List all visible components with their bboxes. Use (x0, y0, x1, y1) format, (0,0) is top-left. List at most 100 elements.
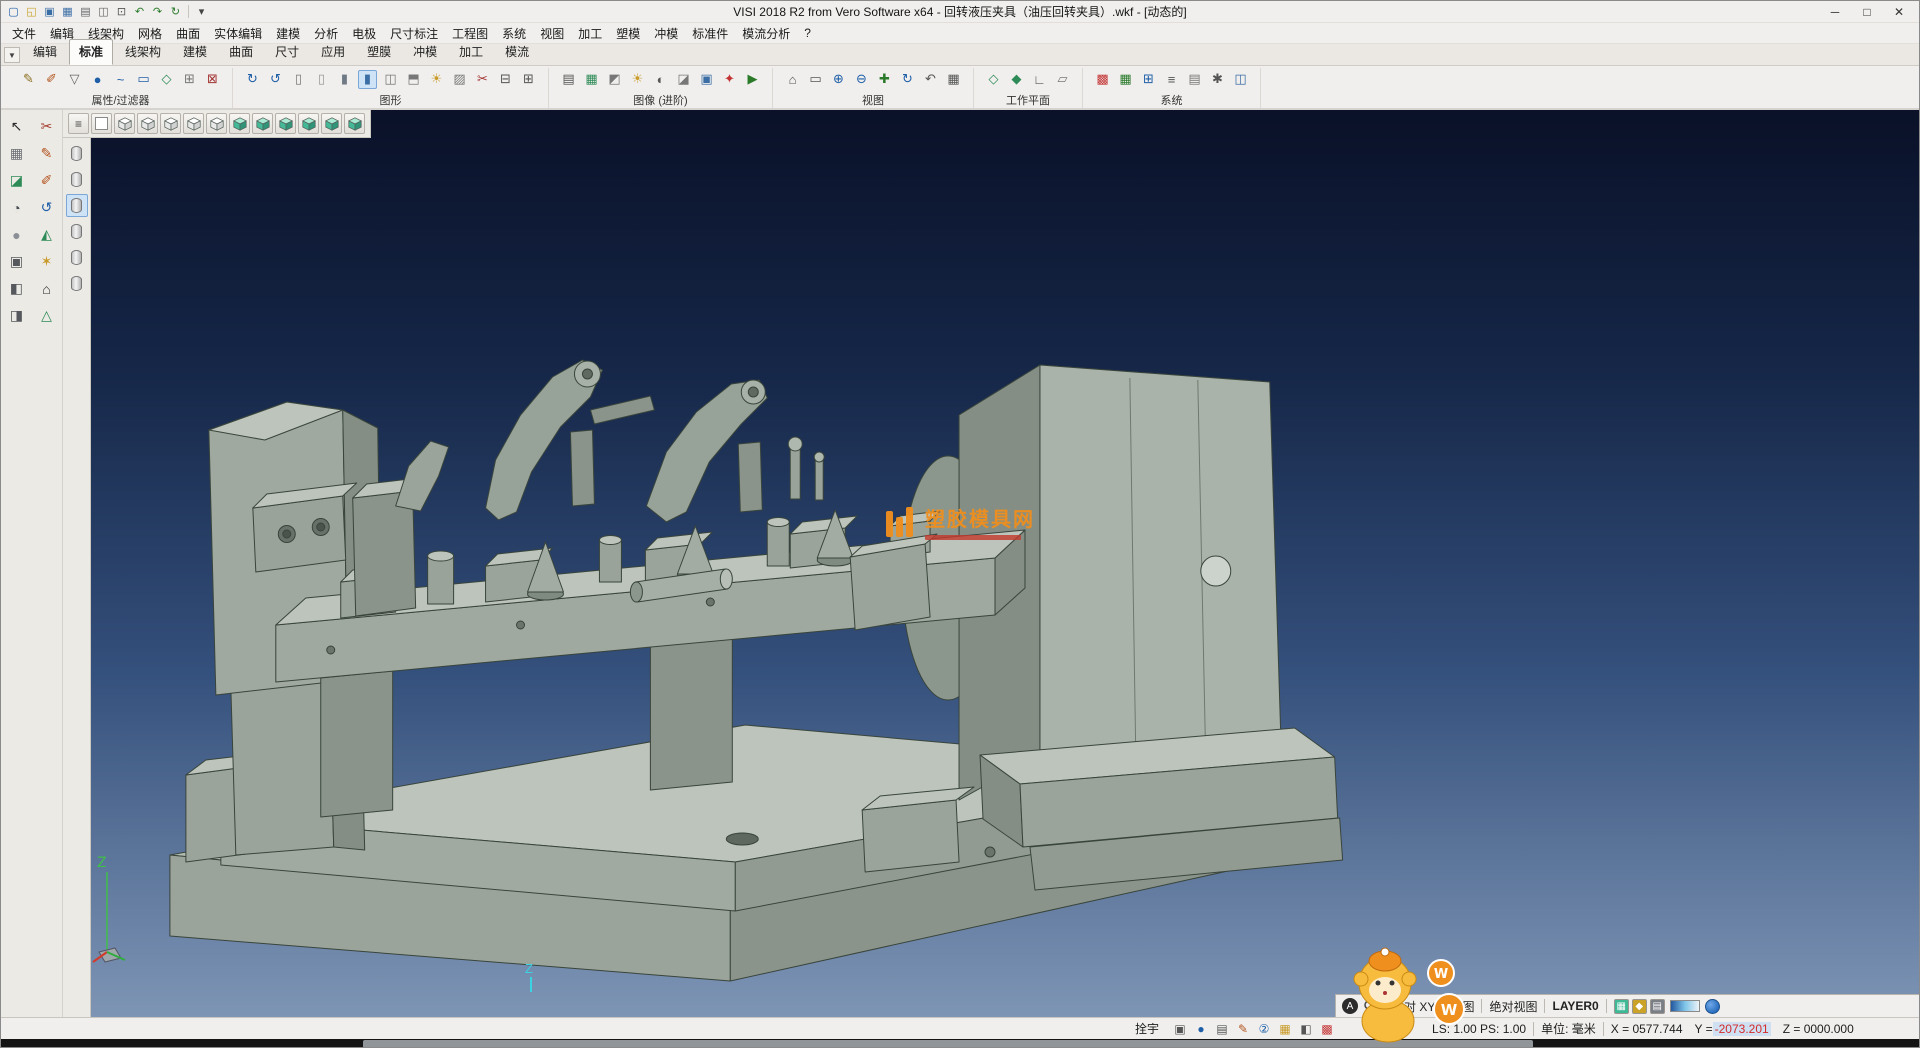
snap-indicator-icon[interactable]: ◆ (1632, 999, 1647, 1014)
coord-y-value[interactable]: -2073.201 (1713, 1022, 1771, 1036)
lights-icon[interactable]: ☀ (427, 70, 446, 89)
tab-9[interactable]: 加工 (449, 39, 493, 65)
workplane-xy-icon[interactable]: ◇ (984, 70, 1003, 89)
material-box-icon[interactable]: ▦ (1276, 1020, 1294, 1038)
view-orientation-label[interactable]: 绝对 XY 上视图 (1392, 998, 1474, 1015)
perspective-icon[interactable]: ⬒ (404, 70, 423, 89)
snap-screen-icon[interactable]: ▣ (1171, 1020, 1189, 1038)
minimize-button[interactable]: ─ (1819, 2, 1851, 21)
active-layer-label[interactable]: LAYER0 (1552, 999, 1598, 1013)
copy-screen-icon[interactable]: ⊡ (113, 3, 130, 20)
prism-icon[interactable]: ◭ (34, 223, 60, 246)
close-button[interactable]: ✕ (1883, 2, 1915, 21)
menu-item-16[interactable]: 标准件 (685, 23, 735, 44)
view-iso-back-icon[interactable] (344, 113, 365, 134)
plugins-icon[interactable]: ◫ (1231, 70, 1250, 89)
tab-overflow-button[interactable]: ▼ (4, 47, 20, 63)
quick-edit-icon[interactable]: ✎ (1234, 1020, 1252, 1038)
options-icon[interactable]: ✱ (1208, 70, 1227, 89)
tab-4[interactable]: 曲面 (219, 39, 263, 65)
section-icon[interactable]: ⊟ (496, 70, 515, 89)
named-views-icon[interactable]: ▦ (944, 70, 963, 89)
recycle-icon[interactable]: ↻ (167, 3, 184, 20)
material-icon[interactable]: ◩ (605, 70, 624, 89)
viewport-3d[interactable]: Z 塑胶模具网 (91, 110, 1919, 1017)
section-box-icon[interactable]: ◧ (1297, 1020, 1315, 1038)
scrollbar-thumb[interactable] (363, 1040, 1533, 1048)
tab-3[interactable]: 建模 (173, 39, 217, 65)
tab-10[interactable]: 模流 (495, 39, 539, 65)
tab-1[interactable]: 标准 (69, 39, 113, 65)
layers-panel-icon[interactable]: ▣ (4, 250, 30, 273)
filter-curves-icon[interactable]: ~ (111, 70, 130, 89)
view-left-icon[interactable] (206, 113, 227, 134)
shaded-edges-icon[interactable]: ▮ (358, 70, 377, 89)
sphere-icon[interactable]: ● (4, 223, 30, 246)
user-badge[interactable]: A (1342, 998, 1358, 1014)
workplane-indicator-icon[interactable]: ▦ (1614, 999, 1629, 1014)
pan-icon[interactable]: ✚ (875, 70, 894, 89)
zoom-window-icon[interactable]: ▭ (806, 70, 825, 89)
view-blank-icon[interactable] (91, 113, 112, 134)
properties-icon[interactable]: ✎ (19, 70, 38, 89)
background-icon[interactable]: ▨ (450, 70, 469, 89)
tab-0[interactable]: 编辑 (23, 39, 67, 65)
shaded-icon[interactable]: ▮ (335, 70, 354, 89)
menu-item-17[interactable]: 模流分析 (735, 23, 797, 44)
menu-item-14[interactable]: 塑模 (609, 23, 647, 44)
palette-icon[interactable]: ▩ (1318, 1020, 1336, 1038)
zoom-out-icon[interactable]: ⊖ (852, 70, 871, 89)
filter-points-icon[interactable]: ● (88, 70, 107, 89)
tab-5[interactable]: 尺寸 (265, 39, 309, 65)
view-iso-nw-icon[interactable] (252, 113, 273, 134)
menu-item-15[interactable]: 冲模 (647, 23, 685, 44)
hidden-line-icon[interactable]: ▯ (312, 70, 331, 89)
snap-point-icon[interactable]: ● (1192, 1020, 1210, 1038)
spark-icon[interactable]: ✶ (34, 250, 60, 273)
wireframe-icon[interactable]: ▯ (289, 70, 308, 89)
menu-item-18[interactable]: ? (797, 24, 818, 42)
mesh-icon[interactable]: △ (34, 304, 60, 327)
filter-icon[interactable]: ▽ (65, 70, 84, 89)
globe-icon[interactable] (1705, 999, 1720, 1014)
color-scale-strip[interactable] (1670, 1000, 1700, 1012)
save-file-icon[interactable]: ▣ (41, 3, 58, 20)
new-file-icon[interactable]: ▢ (5, 3, 22, 20)
filter-solids-icon[interactable]: ◇ (157, 70, 176, 89)
shadow-icon[interactable]: ◐ (651, 70, 670, 89)
animation-icon[interactable]: ▶ (743, 70, 762, 89)
redraw-icon[interactable]: ↻ (243, 70, 262, 89)
qat-dropdown-icon[interactable]: ▾ (193, 3, 210, 20)
display-filter-4[interactable] (66, 220, 88, 243)
orbit-undo-icon[interactable]: ↺ (34, 196, 60, 219)
quick-attributes-icon[interactable]: ✐ (42, 70, 61, 89)
layers-icon[interactable]: ≡ (1162, 70, 1181, 89)
filter-grid-icon[interactable]: ⊞ (180, 70, 199, 89)
display-filter-5[interactable] (66, 246, 88, 269)
workplane-toggle-icon[interactable]: ▱ (1053, 70, 1072, 89)
filter-surfaces-icon[interactable]: ▭ (134, 70, 153, 89)
view-iso-ne-icon[interactable] (229, 113, 250, 134)
menu-item-13[interactable]: 加工 (571, 23, 609, 44)
lighting-icon[interactable]: ☀ (628, 70, 647, 89)
render-list-icon[interactable]: ▤ (559, 70, 578, 89)
grid-settings-icon[interactable]: ▤ (1185, 70, 1204, 89)
view-list-icon[interactable]: ≡ (68, 113, 89, 134)
clip-icon[interactable]: ✂ (473, 70, 492, 89)
display-settings-icon[interactable]: ▦ (1116, 70, 1135, 89)
view-right-icon[interactable] (183, 113, 204, 134)
zoom-extents-icon[interactable]: ⌂ (783, 70, 802, 89)
annotate-pen-icon[interactable]: ✐ (34, 169, 60, 192)
save-all-icon[interactable]: ▦ (59, 3, 76, 20)
half-section-icon[interactable]: ◧ (4, 277, 30, 300)
workplane-create-icon[interactable]: ◆ (1007, 70, 1026, 89)
view-mode-label[interactable]: 绝对视图 (1489, 998, 1537, 1015)
undo-icon[interactable]: ↶ (131, 3, 148, 20)
tab-7[interactable]: 塑膜 (357, 39, 401, 65)
display-filter-3[interactable] (66, 194, 88, 217)
texture-icon[interactable]: ▦ (582, 70, 601, 89)
sketch-pencil-icon[interactable]: ✎ (34, 142, 60, 165)
shade-icon[interactable]: ◨ (4, 304, 30, 327)
display-filter-1[interactable] (66, 142, 88, 165)
camera-icon[interactable]: ▣ (697, 70, 716, 89)
